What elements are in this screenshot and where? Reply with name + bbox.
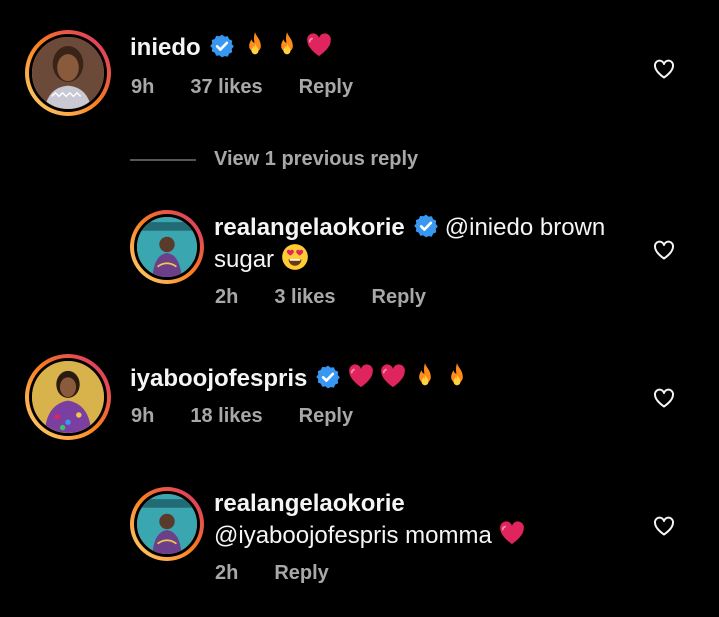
verified-badge-icon xyxy=(413,213,439,239)
reply-body-line1: @iniedo brown xyxy=(444,214,606,241)
reply-button[interactable]: Reply xyxy=(274,562,328,584)
avatar[interactable] xyxy=(25,354,111,440)
reply-button[interactable]: Reply xyxy=(299,405,353,427)
profile-photo-realangelaokorie xyxy=(137,494,197,554)
reply-meta: 2h Reply xyxy=(215,562,365,585)
fire-emoji xyxy=(241,31,269,59)
red-heart-emoji xyxy=(498,519,526,547)
profile-photo-iyaboojofespris xyxy=(32,361,104,433)
reply-text: realangelaokorie xyxy=(214,489,405,519)
reply-button[interactable]: Reply xyxy=(372,286,426,308)
red-heart-emoji xyxy=(347,362,375,390)
avatar[interactable] xyxy=(25,30,111,116)
username[interactable]: realangelaokorie xyxy=(214,214,405,241)
likes-count[interactable]: 37 likes xyxy=(190,76,262,98)
like-heart-icon[interactable] xyxy=(651,514,677,538)
comment-meta: 9h 18 likes Reply xyxy=(131,405,389,428)
comment-text: iniedo xyxy=(130,31,337,63)
timestamp: 9h xyxy=(131,405,155,427)
verified-badge-icon xyxy=(209,33,235,59)
fire-emoji xyxy=(411,362,439,390)
comment-meta: 9h 37 likes Reply xyxy=(131,76,389,99)
reply-text-line2: sugar xyxy=(214,243,313,275)
red-heart-emoji xyxy=(379,362,407,390)
profile-photo-realangelaokorie xyxy=(137,217,197,277)
fire-emoji xyxy=(443,362,471,390)
heart-eyes-emoji xyxy=(281,243,309,271)
reply-body-line1: @iyaboojofespris momma xyxy=(214,522,492,549)
like-heart-icon[interactable] xyxy=(651,57,677,81)
view-replies-label: View 1 previous reply xyxy=(214,148,419,170)
profile-photo-iniedo xyxy=(32,37,104,109)
username[interactable]: realangelaokorie xyxy=(214,490,405,517)
username[interactable]: iyaboojofespris xyxy=(130,365,307,392)
reply-body-line2: sugar xyxy=(214,246,275,273)
comment-text: iyaboojofespris xyxy=(130,362,475,394)
fire-emoji xyxy=(273,31,301,59)
timestamp: 2h xyxy=(215,562,239,584)
timestamp: 2h xyxy=(215,286,239,308)
avatar[interactable] xyxy=(130,487,204,561)
reply-meta: 2h 3 likes Reply xyxy=(215,286,462,309)
likes-count[interactable]: 3 likes xyxy=(274,286,335,308)
reply-button[interactable]: Reply xyxy=(299,76,353,98)
likes-count[interactable]: 18 likes xyxy=(190,405,262,427)
red-heart-emoji xyxy=(305,31,333,59)
avatar[interactable] xyxy=(130,210,204,284)
like-heart-icon[interactable] xyxy=(651,386,677,410)
username[interactable]: iniedo xyxy=(130,34,201,61)
reply-text: realangelaokorie @iniedo brown xyxy=(214,213,605,243)
verified-badge-icon xyxy=(315,364,341,390)
view-replies-button[interactable]: View 1 previous reply xyxy=(130,148,418,171)
timestamp: 9h xyxy=(131,76,155,98)
divider-line xyxy=(130,158,196,161)
reply-text-line2: @iyaboojofespris momma xyxy=(214,519,530,551)
like-heart-icon[interactable] xyxy=(651,238,677,262)
